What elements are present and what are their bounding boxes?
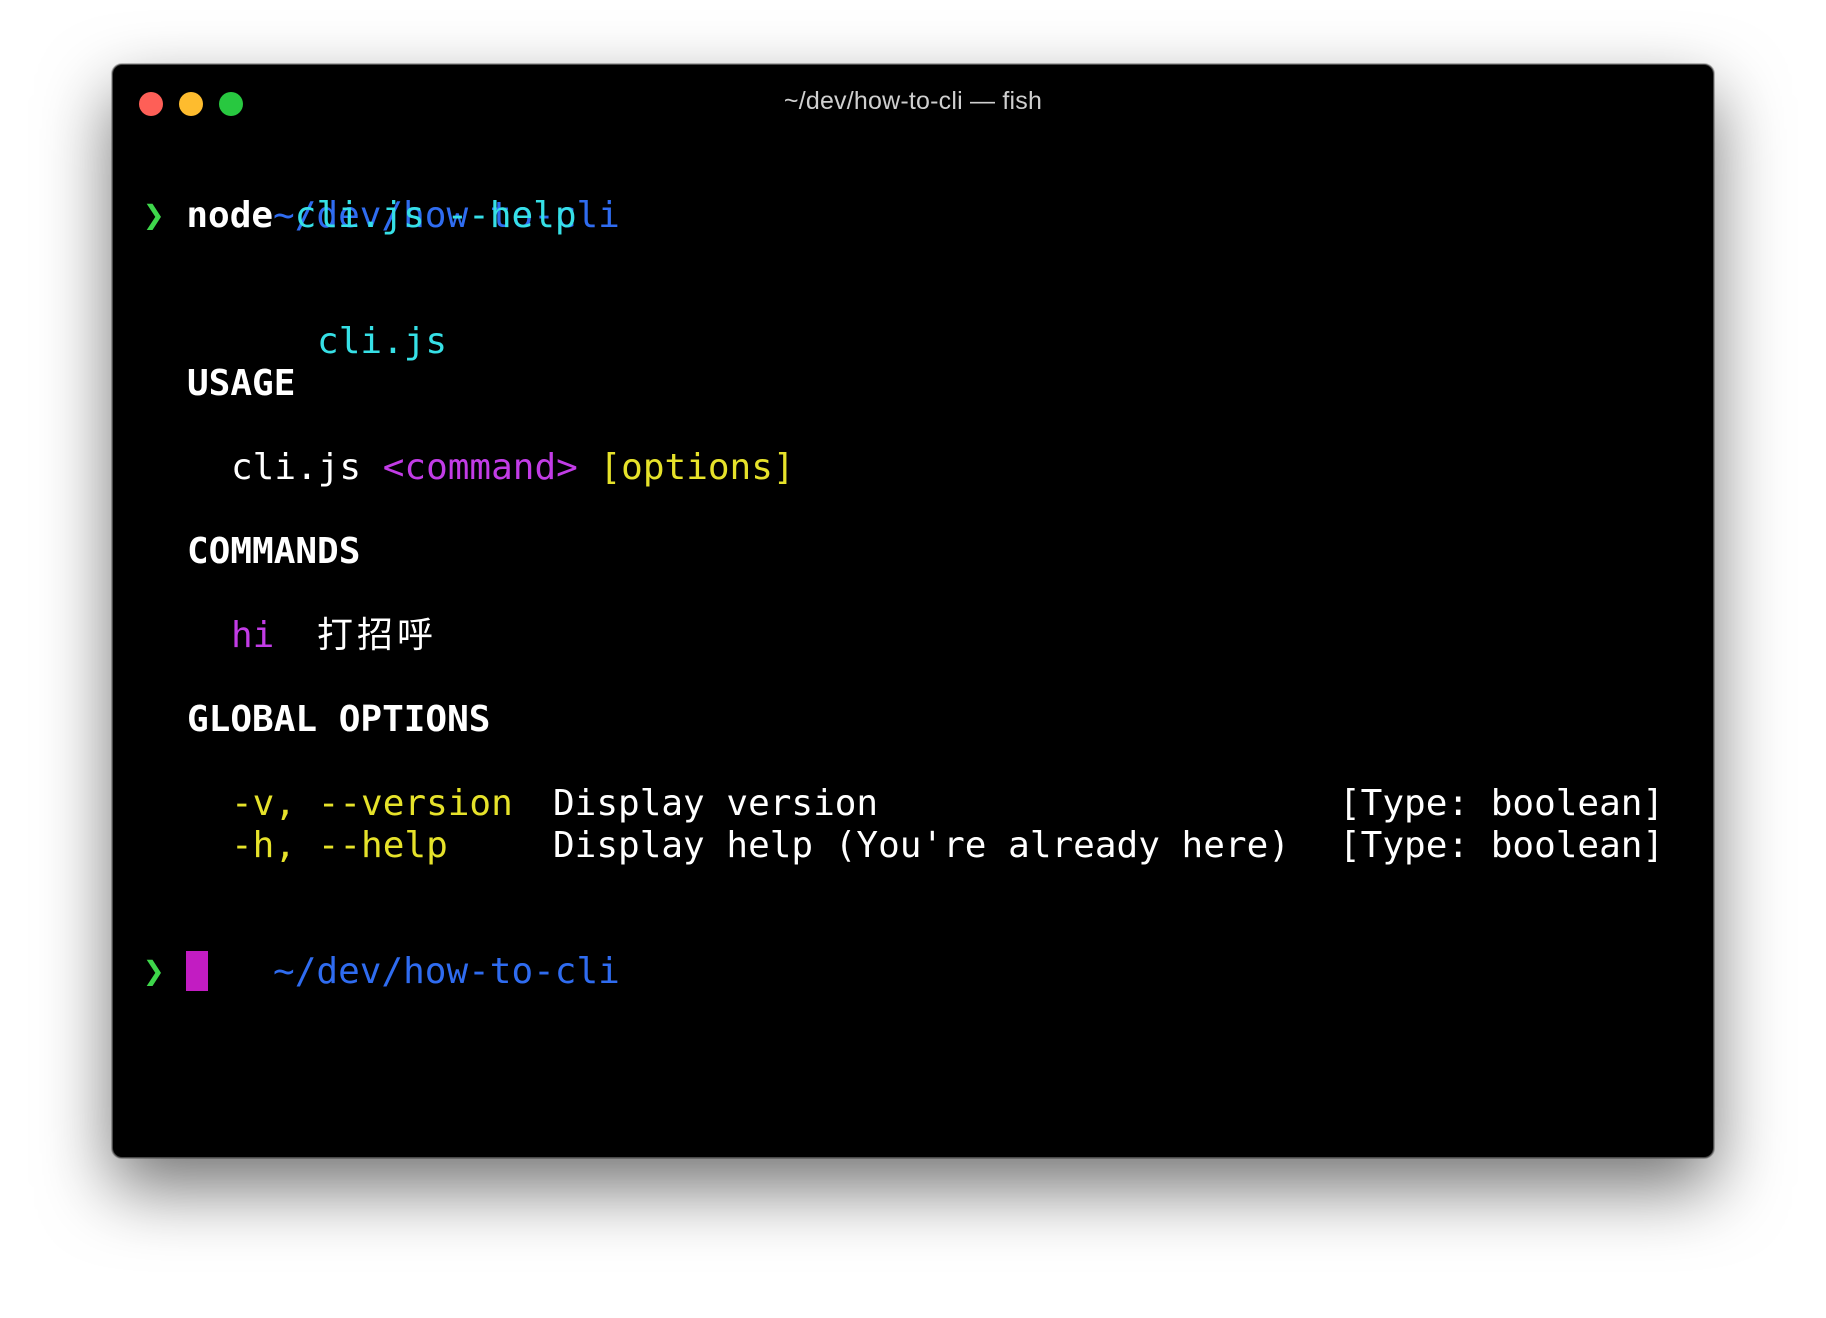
title-bar[interactable]: ~/dev/how-to-cli — fish [113, 65, 1713, 139]
prompt-symbol: ❯ [143, 951, 165, 992]
option-description: Display help (You're already here) [553, 825, 1290, 866]
prompt-symbol: ❯ [143, 195, 165, 236]
option-flags: -h, --help [231, 825, 448, 866]
input-line[interactable]: ❯ [143, 951, 209, 993]
command-row-name: hi [231, 615, 275, 656]
terminal-window: ~/dev/how-to-cli — fish ~/dev/how-to-cli… [112, 64, 1714, 1158]
text-cursor[interactable] [186, 951, 209, 991]
prompt-path-line: ~/dev/how-to-cli [143, 909, 620, 1035]
command-name: node [186, 195, 274, 236]
command-row-description: 打招呼 [317, 615, 438, 656]
option-row: -v, --version Display version [Type: boo… [231, 783, 1681, 825]
option-type: [Type: boolean] [1339, 783, 1665, 824]
window-title: ~/dev/how-to-cli — fish [783, 87, 1043, 115]
terminal-content[interactable]: ~/dev/how-to-cli ❯ node cli.js --help cl… [143, 153, 1693, 1157]
usage-line: cli.js <command> [options] [231, 447, 795, 489]
global-options-heading: GLOBAL OPTIONS [187, 699, 491, 740]
commands-heading: COMMANDS [187, 531, 361, 572]
command-args: cli.js --help [294, 195, 577, 236]
option-row: -h, --help Display help (You're already … [231, 825, 1681, 867]
command-line: ❯ node cli.js --help [143, 195, 577, 237]
option-flags: -v, --version [231, 783, 513, 824]
usage-heading: USAGE [187, 363, 296, 404]
cli-name: cli.js [317, 321, 448, 362]
option-type: [Type: boolean] [1339, 825, 1665, 866]
usage-program: cli.js [231, 447, 362, 488]
usage-command-placeholder: <command> [382, 447, 578, 488]
usage-options-placeholder: [options] [599, 447, 795, 488]
prompt-path: ~/dev/how-to-cli [273, 951, 620, 992]
option-description: Display version [553, 783, 879, 824]
command-row: hi 打招呼 [231, 615, 631, 657]
